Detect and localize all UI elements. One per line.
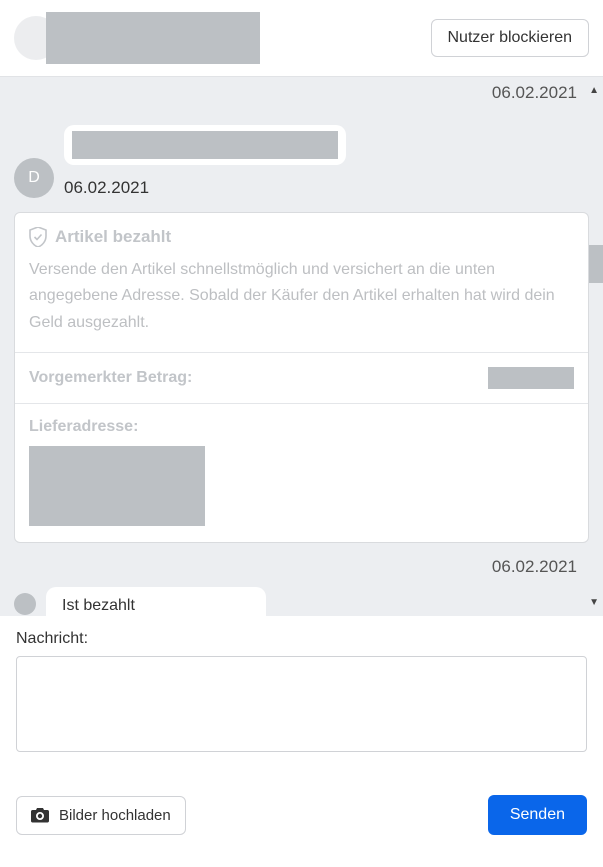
message-row: Ist bezahlt xyxy=(0,583,603,616)
date-separator: 06.02.2021 xyxy=(0,77,603,107)
address-label: Lieferadresse: xyxy=(29,418,574,436)
scroll-up-arrow-icon[interactable]: ▲ xyxy=(589,85,599,96)
message-timestamp: 06.02.2021 xyxy=(64,178,589,198)
amount-label: Vorgemerkter Betrag: xyxy=(29,369,192,387)
address-redacted xyxy=(29,446,205,526)
message-content-redacted xyxy=(72,131,338,159)
shield-check-icon xyxy=(29,227,47,247)
upload-images-button[interactable]: Bilder hochladen xyxy=(16,796,186,835)
sender-avatar[interactable]: D xyxy=(14,158,54,198)
send-button[interactable]: Senden xyxy=(488,795,587,835)
address-section: Lieferadresse: xyxy=(15,403,588,542)
compose-area: Nachricht: Bilder hochladen Senden xyxy=(0,616,603,849)
sender-avatar[interactable] xyxy=(14,593,36,615)
message-input[interactable] xyxy=(16,656,587,752)
chat-scroll-area: ▲ ▼ 06.02.2021 D 06.02.2021 Artikel beza… xyxy=(0,76,603,616)
card-title: Artikel bezahlt xyxy=(55,227,171,247)
message-text: Ist bezahlt xyxy=(62,597,135,614)
message-bubble: Ist bezahlt xyxy=(46,587,266,616)
message-bubble xyxy=(64,125,346,165)
message-input-label: Nachricht: xyxy=(16,630,587,648)
user-name-redacted xyxy=(46,12,260,64)
card-description: Versende den Artikel schnellstmöglich un… xyxy=(29,257,574,336)
payment-system-card: Artikel bezahlt Versende den Artikel sch… xyxy=(14,212,589,543)
scroll-down-arrow-icon[interactable]: ▼ xyxy=(589,597,599,608)
amount-redacted xyxy=(488,367,574,389)
chat-header: Nutzer blockieren xyxy=(0,0,603,76)
header-user xyxy=(14,12,260,64)
camera-icon xyxy=(31,808,49,823)
upload-label: Bilder hochladen xyxy=(59,807,171,824)
block-user-button[interactable]: Nutzer blockieren xyxy=(431,19,590,57)
message-row: D 06.02.2021 xyxy=(0,107,603,198)
scrollbar-thumb[interactable] xyxy=(589,245,603,283)
date-separator: 06.02.2021 xyxy=(0,543,603,583)
amount-row: Vorgemerkter Betrag: xyxy=(15,352,588,403)
